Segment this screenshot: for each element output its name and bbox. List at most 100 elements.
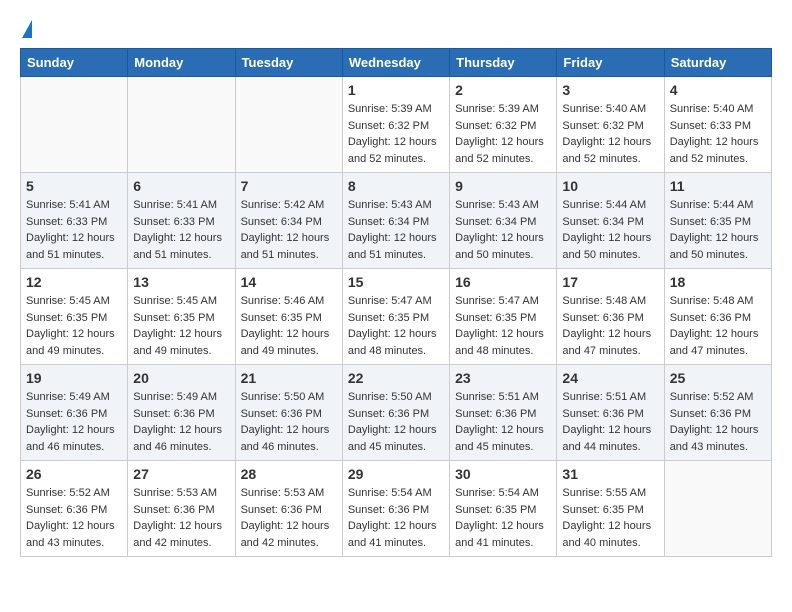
calendar-cell: 18 Sunrise: 5:48 AM Sunset: 6:36 PM Dayl… <box>664 269 771 365</box>
day-number: 24 <box>562 370 658 386</box>
weekday-header-wednesday: Wednesday <box>342 49 449 77</box>
day-info: Sunrise: 5:46 AM Sunset: 6:35 PM Dayligh… <box>241 293 337 359</box>
day-info: Sunrise: 5:39 AM Sunset: 6:32 PM Dayligh… <box>455 101 551 167</box>
day-info: Sunrise: 5:41 AM Sunset: 6:33 PM Dayligh… <box>26 197 122 263</box>
calendar-cell: 30 Sunrise: 5:54 AM Sunset: 6:35 PM Dayl… <box>450 461 557 557</box>
calendar-cell: 9 Sunrise: 5:43 AM Sunset: 6:34 PM Dayli… <box>450 173 557 269</box>
day-info: Sunrise: 5:48 AM Sunset: 6:36 PM Dayligh… <box>670 293 766 359</box>
day-info: Sunrise: 5:47 AM Sunset: 6:35 PM Dayligh… <box>348 293 444 359</box>
day-number: 4 <box>670 82 766 98</box>
calendar-cell: 12 Sunrise: 5:45 AM Sunset: 6:35 PM Dayl… <box>21 269 128 365</box>
day-number: 23 <box>455 370 551 386</box>
day-number: 10 <box>562 178 658 194</box>
day-number: 28 <box>241 466 337 482</box>
weekday-header-row: SundayMondayTuesdayWednesdayThursdayFrid… <box>21 49 772 77</box>
day-number: 29 <box>348 466 444 482</box>
day-number: 16 <box>455 274 551 290</box>
calendar-cell: 13 Sunrise: 5:45 AM Sunset: 6:35 PM Dayl… <box>128 269 235 365</box>
day-number: 22 <box>348 370 444 386</box>
calendar-cell: 23 Sunrise: 5:51 AM Sunset: 6:36 PM Dayl… <box>450 365 557 461</box>
calendar-cell <box>235 77 342 173</box>
day-info: Sunrise: 5:50 AM Sunset: 6:36 PM Dayligh… <box>348 389 444 455</box>
weekday-header-sunday: Sunday <box>21 49 128 77</box>
day-info: Sunrise: 5:49 AM Sunset: 6:36 PM Dayligh… <box>26 389 122 455</box>
day-number: 30 <box>455 466 551 482</box>
day-number: 2 <box>455 82 551 98</box>
calendar-cell <box>128 77 235 173</box>
calendar-cell: 24 Sunrise: 5:51 AM Sunset: 6:36 PM Dayl… <box>557 365 664 461</box>
day-number: 6 <box>133 178 229 194</box>
calendar-cell: 6 Sunrise: 5:41 AM Sunset: 6:33 PM Dayli… <box>128 173 235 269</box>
calendar-cell: 25 Sunrise: 5:52 AM Sunset: 6:36 PM Dayl… <box>664 365 771 461</box>
calendar-cell: 8 Sunrise: 5:43 AM Sunset: 6:34 PM Dayli… <box>342 173 449 269</box>
day-number: 19 <box>26 370 122 386</box>
day-number: 21 <box>241 370 337 386</box>
week-row-5: 26 Sunrise: 5:52 AM Sunset: 6:36 PM Dayl… <box>21 461 772 557</box>
calendar-cell: 5 Sunrise: 5:41 AM Sunset: 6:33 PM Dayli… <box>21 173 128 269</box>
day-info: Sunrise: 5:52 AM Sunset: 6:36 PM Dayligh… <box>26 485 122 551</box>
day-info: Sunrise: 5:40 AM Sunset: 6:32 PM Dayligh… <box>562 101 658 167</box>
calendar-cell: 19 Sunrise: 5:49 AM Sunset: 6:36 PM Dayl… <box>21 365 128 461</box>
day-number: 8 <box>348 178 444 194</box>
calendar-cell: 7 Sunrise: 5:42 AM Sunset: 6:34 PM Dayli… <box>235 173 342 269</box>
day-info: Sunrise: 5:47 AM Sunset: 6:35 PM Dayligh… <box>455 293 551 359</box>
calendar-table: SundayMondayTuesdayWednesdayThursdayFrid… <box>20 48 772 557</box>
logo-icon <box>22 20 32 38</box>
calendar-cell: 4 Sunrise: 5:40 AM Sunset: 6:33 PM Dayli… <box>664 77 771 173</box>
day-number: 26 <box>26 466 122 482</box>
calendar-cell <box>21 77 128 173</box>
calendar-cell: 28 Sunrise: 5:53 AM Sunset: 6:36 PM Dayl… <box>235 461 342 557</box>
day-info: Sunrise: 5:51 AM Sunset: 6:36 PM Dayligh… <box>455 389 551 455</box>
day-number: 31 <box>562 466 658 482</box>
day-number: 1 <box>348 82 444 98</box>
day-info: Sunrise: 5:53 AM Sunset: 6:36 PM Dayligh… <box>241 485 337 551</box>
calendar-cell: 1 Sunrise: 5:39 AM Sunset: 6:32 PM Dayli… <box>342 77 449 173</box>
weekday-header-saturday: Saturday <box>664 49 771 77</box>
calendar-cell: 14 Sunrise: 5:46 AM Sunset: 6:35 PM Dayl… <box>235 269 342 365</box>
day-info: Sunrise: 5:42 AM Sunset: 6:34 PM Dayligh… <box>241 197 337 263</box>
day-number: 13 <box>133 274 229 290</box>
calendar-cell: 26 Sunrise: 5:52 AM Sunset: 6:36 PM Dayl… <box>21 461 128 557</box>
page-header <box>20 20 772 38</box>
day-info: Sunrise: 5:41 AM Sunset: 6:33 PM Dayligh… <box>133 197 229 263</box>
day-number: 14 <box>241 274 337 290</box>
day-number: 5 <box>26 178 122 194</box>
calendar-cell: 11 Sunrise: 5:44 AM Sunset: 6:35 PM Dayl… <box>664 173 771 269</box>
day-info: Sunrise: 5:54 AM Sunset: 6:36 PM Dayligh… <box>348 485 444 551</box>
calendar-cell: 2 Sunrise: 5:39 AM Sunset: 6:32 PM Dayli… <box>450 77 557 173</box>
week-row-1: 1 Sunrise: 5:39 AM Sunset: 6:32 PM Dayli… <box>21 77 772 173</box>
day-info: Sunrise: 5:50 AM Sunset: 6:36 PM Dayligh… <box>241 389 337 455</box>
day-number: 11 <box>670 178 766 194</box>
day-number: 9 <box>455 178 551 194</box>
day-info: Sunrise: 5:40 AM Sunset: 6:33 PM Dayligh… <box>670 101 766 167</box>
calendar-cell: 29 Sunrise: 5:54 AM Sunset: 6:36 PM Dayl… <box>342 461 449 557</box>
day-info: Sunrise: 5:53 AM Sunset: 6:36 PM Dayligh… <box>133 485 229 551</box>
calendar-cell: 16 Sunrise: 5:47 AM Sunset: 6:35 PM Dayl… <box>450 269 557 365</box>
weekday-header-friday: Friday <box>557 49 664 77</box>
day-info: Sunrise: 5:45 AM Sunset: 6:35 PM Dayligh… <box>133 293 229 359</box>
week-row-2: 5 Sunrise: 5:41 AM Sunset: 6:33 PM Dayli… <box>21 173 772 269</box>
weekday-header-monday: Monday <box>128 49 235 77</box>
calendar-cell: 15 Sunrise: 5:47 AM Sunset: 6:35 PM Dayl… <box>342 269 449 365</box>
calendar-cell: 22 Sunrise: 5:50 AM Sunset: 6:36 PM Dayl… <box>342 365 449 461</box>
day-number: 17 <box>562 274 658 290</box>
day-number: 15 <box>348 274 444 290</box>
day-info: Sunrise: 5:54 AM Sunset: 6:35 PM Dayligh… <box>455 485 551 551</box>
day-info: Sunrise: 5:49 AM Sunset: 6:36 PM Dayligh… <box>133 389 229 455</box>
day-info: Sunrise: 5:43 AM Sunset: 6:34 PM Dayligh… <box>348 197 444 263</box>
day-number: 12 <box>26 274 122 290</box>
weekday-header-tuesday: Tuesday <box>235 49 342 77</box>
day-info: Sunrise: 5:44 AM Sunset: 6:35 PM Dayligh… <box>670 197 766 263</box>
calendar-cell: 31 Sunrise: 5:55 AM Sunset: 6:35 PM Dayl… <box>557 461 664 557</box>
day-info: Sunrise: 5:39 AM Sunset: 6:32 PM Dayligh… <box>348 101 444 167</box>
calendar-cell: 3 Sunrise: 5:40 AM Sunset: 6:32 PM Dayli… <box>557 77 664 173</box>
weekday-header-thursday: Thursday <box>450 49 557 77</box>
logo <box>20 20 34 38</box>
week-row-3: 12 Sunrise: 5:45 AM Sunset: 6:35 PM Dayl… <box>21 269 772 365</box>
calendar-cell: 21 Sunrise: 5:50 AM Sunset: 6:36 PM Dayl… <box>235 365 342 461</box>
day-number: 25 <box>670 370 766 386</box>
day-info: Sunrise: 5:48 AM Sunset: 6:36 PM Dayligh… <box>562 293 658 359</box>
day-number: 3 <box>562 82 658 98</box>
day-info: Sunrise: 5:43 AM Sunset: 6:34 PM Dayligh… <box>455 197 551 263</box>
day-number: 7 <box>241 178 337 194</box>
